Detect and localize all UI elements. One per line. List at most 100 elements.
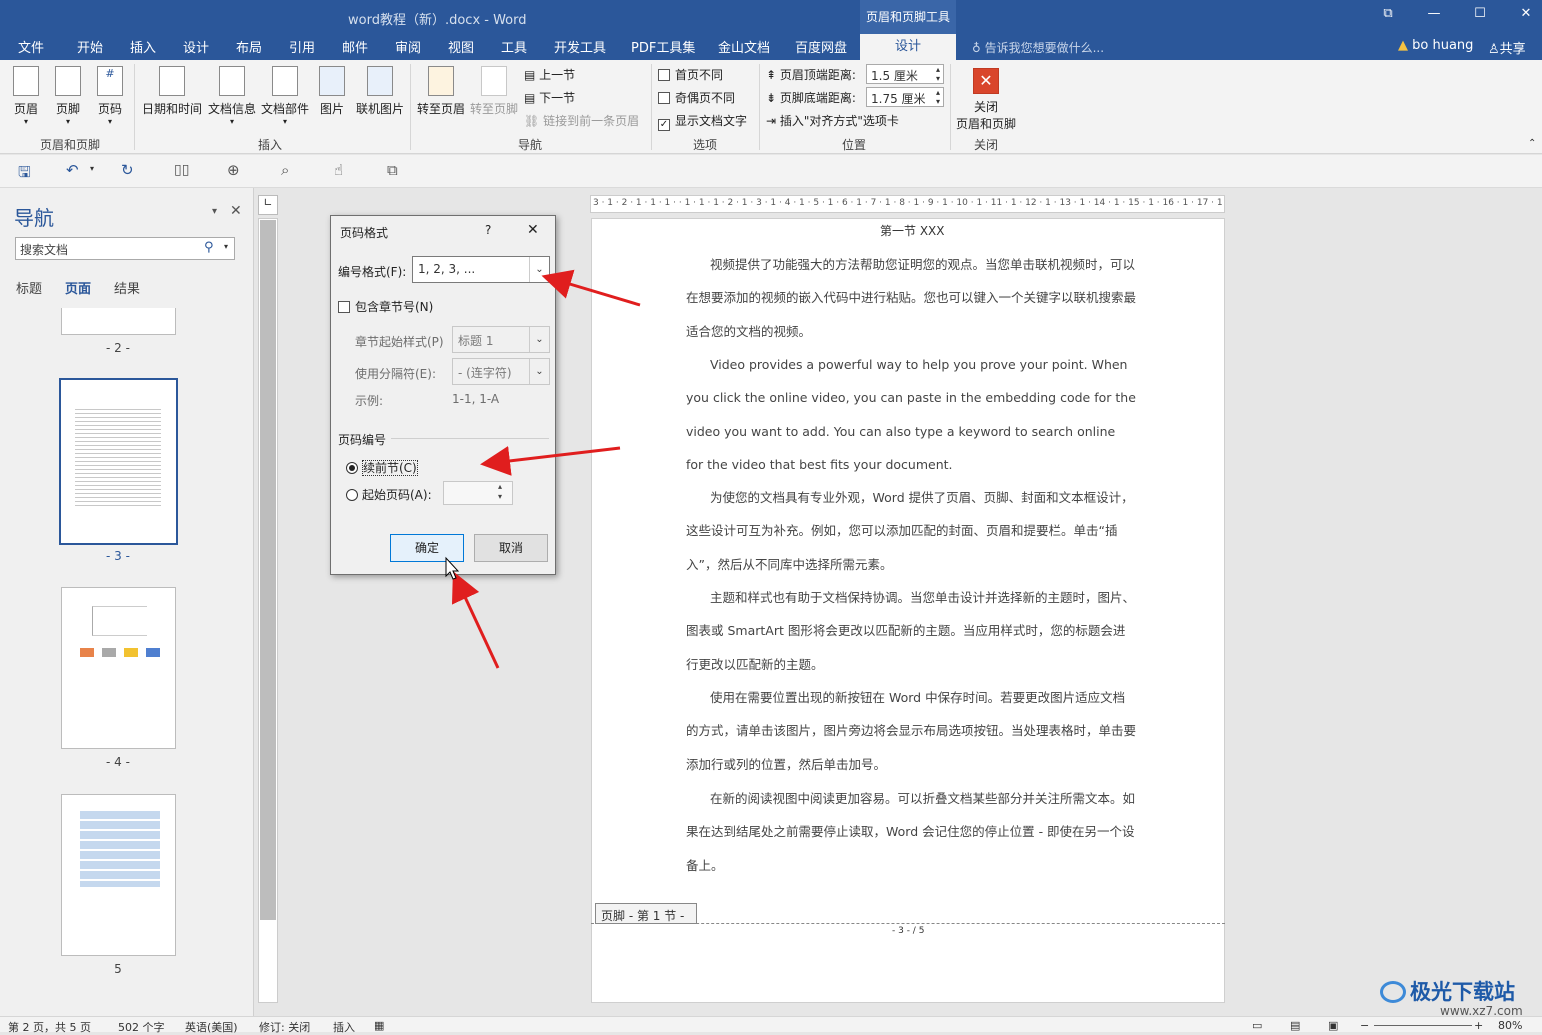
macro-icon[interactable]: ▦	[374, 1019, 384, 1032]
page-number-button[interactable]: # 页码 ▾	[94, 66, 126, 126]
zoom-out-icon[interactable]: −	[1360, 1019, 1369, 1032]
status-language[interactable]: 英语(美国)	[185, 1019, 238, 1035]
online-picture-button[interactable]: 联机图片	[353, 66, 407, 117]
print-preview-icon[interactable]: ⌕	[281, 161, 289, 179]
customize-icon[interactable]: ⧉	[387, 161, 398, 179]
tab-hf-design-active[interactable]: 设计	[860, 34, 956, 60]
spin-arrows-icon[interactable]: ▴ ▾	[936, 65, 940, 83]
prev-section-button[interactable]: ▤ 上一节	[524, 66, 575, 83]
dialog-close-icon[interactable]: ✕	[527, 222, 539, 238]
redo-icon[interactable]: ↻	[121, 161, 134, 179]
search-dropdown-icon[interactable]: ▾	[224, 242, 228, 251]
page-thumbnail[interactable]	[61, 308, 176, 335]
picture-icon	[319, 66, 345, 96]
tab-tools[interactable]: 工具	[501, 37, 527, 56]
close-window-icon[interactable]: ✕	[1516, 6, 1536, 26]
zoom-slider[interactable]	[1374, 1025, 1472, 1026]
footer-page-number[interactable]: - 3 - / 5	[892, 926, 924, 936]
save-icon[interactable]: 🖫	[18, 162, 31, 187]
web-layout-icon[interactable]: ▣	[1328, 1019, 1338, 1032]
touch-mode-icon[interactable]: ☝	[334, 161, 343, 179]
footer-button[interactable]: 页脚 ▾	[52, 66, 84, 126]
minimize-icon[interactable]: —	[1424, 6, 1444, 26]
status-mode[interactable]: 插入	[333, 1019, 355, 1035]
odd-even-different-checkbox[interactable]: 奇偶页不同	[658, 89, 735, 106]
close-header-footer-button[interactable]: ✕ 关闭 页眉和页脚	[954, 68, 1018, 132]
ribbon-display-icon[interactable]: ⧉	[1378, 6, 1398, 26]
start-at-label: 起始页码(A):	[362, 488, 432, 502]
tab-references[interactable]: 引用	[289, 37, 315, 56]
chevron-down-icon[interactable]: ⌄	[529, 257, 549, 282]
continue-previous-radio[interactable]: 续前节(C)	[346, 459, 418, 476]
start-at-input[interactable]	[443, 481, 513, 505]
collapse-ribbon-icon[interactable]: ⌃	[1528, 138, 1536, 149]
horizontal-ruler[interactable]: 3 · 1 · 2 · 1 · 1 · 1 · · 1 · 1 · 1 · 2 …	[590, 195, 1225, 213]
tab-layout[interactable]: 布局	[236, 37, 262, 56]
first-page-different-checkbox[interactable]: 首页不同	[658, 66, 723, 83]
share-button[interactable]: ♙共享	[1488, 38, 1526, 57]
doc-parts-button[interactable]: 文档部件 ▾	[259, 66, 311, 126]
status-words[interactable]: 502 个字	[118, 1019, 165, 1035]
number-format-select[interactable]: 1, 2, 3, ... ⌄	[412, 256, 550, 283]
maximize-icon[interactable]: ☐	[1470, 6, 1490, 26]
help-icon[interactable]: ?	[485, 223, 491, 237]
link-previous-button[interactable]: ⛓ 链接到前一条页眉	[524, 112, 639, 129]
goto-header-button[interactable]: 转至页眉	[415, 66, 467, 117]
prev-section-icon: ▤	[524, 68, 540, 82]
next-section-icon: ▤	[524, 91, 540, 105]
read-mode-icon[interactable]: ▯▯	[174, 162, 189, 178]
nav-tab-headings[interactable]: 标题	[16, 278, 42, 297]
thumb-diagram-box	[80, 648, 94, 657]
user-account[interactable]: ▲ bo huang	[1398, 38, 1473, 53]
date-time-button[interactable]: 日期和时间	[140, 66, 204, 117]
read-view-icon[interactable]: ▭	[1252, 1019, 1262, 1032]
page-thumbnail[interactable]	[61, 587, 176, 749]
spin-arrows-icon[interactable]: ▴ ▾	[936, 88, 940, 106]
tab-mailings[interactable]: 邮件	[342, 37, 368, 56]
tab-baidu[interactable]: 百度网盘	[795, 37, 847, 56]
header-distance-input[interactable]: 1.5 厘米 ▴ ▾	[866, 64, 944, 84]
search-icon[interactable]: ⚲	[204, 240, 214, 255]
tab-design[interactable]: 设计	[183, 37, 209, 56]
tab-kdocs[interactable]: 金山文档	[718, 37, 770, 56]
nav-tab-results[interactable]: 结果	[114, 278, 140, 297]
next-section-button[interactable]: ▤ 下一节	[524, 89, 575, 106]
doc-info-button[interactable]: 文档信息 ▾	[206, 66, 258, 126]
nav-close-icon[interactable]: ✕	[230, 203, 242, 219]
status-page[interactable]: 第 2 页，共 5 页	[8, 1019, 91, 1035]
nav-search-input[interactable]: 搜索文档 ⚲ ▾	[15, 237, 235, 260]
footer-section-tag: 页脚 - 第 1 节 -	[595, 903, 697, 924]
include-chapter-checkbox[interactable]: 包含章节号(N)	[338, 298, 433, 315]
ribbon: 页眉 ▾ 页脚 ▾ # 页码 ▾ 页眉和页脚 日期和时间 文档信息 ▾ 文档部件 ▾ 图片 …	[0, 60, 1542, 154]
checkbox-icon	[658, 92, 670, 104]
undo-dropdown-icon[interactable]: ▾	[90, 164, 94, 173]
nav-options-icon[interactable]: ▾	[212, 206, 217, 217]
page-thumbnail[interactable]	[61, 794, 176, 956]
cancel-button[interactable]: 取消	[474, 534, 548, 562]
undo-icon[interactable]: ↶	[66, 161, 79, 179]
start-at-radio[interactable]: 起始页码(A):	[346, 486, 432, 503]
tab-pdf[interactable]: PDF工具集	[631, 37, 695, 56]
status-track-changes[interactable]: 修订: 关闭	[259, 1019, 310, 1035]
zoom-in-icon[interactable]: +	[1474, 1019, 1483, 1032]
tab-insert[interactable]: 插入	[130, 37, 156, 56]
spin-arrows-icon[interactable]: ▴ ▾	[498, 482, 502, 502]
print-layout-icon[interactable]: ▤	[1290, 1019, 1300, 1032]
picture-button[interactable]: 图片	[315, 66, 349, 117]
insert-align-tab-button[interactable]: ⇥ 插入"对齐方式"选项卡	[766, 112, 899, 129]
tab-view[interactable]: 视图	[448, 37, 474, 56]
tab-review[interactable]: 审阅	[395, 37, 421, 56]
zoom-level[interactable]: 80%	[1498, 1019, 1522, 1032]
footer-distance-input[interactable]: 1.75 厘米 ▴ ▾	[866, 87, 944, 107]
tab-home[interactable]: 开始	[77, 37, 103, 56]
header-button[interactable]: 页眉 ▾	[10, 66, 42, 126]
nav-tab-pages[interactable]: 页面	[65, 278, 91, 297]
page-thumbnail-selected[interactable]	[59, 378, 178, 545]
tab-file[interactable]: 文件	[18, 37, 44, 56]
tab-developer[interactable]: 开发工具	[554, 37, 606, 56]
tab-selector[interactable]: ∟	[258, 195, 278, 215]
tell-me-box[interactable]: ♁ 告诉我您想要做什么...	[972, 39, 1104, 56]
show-doc-text-checkbox[interactable]: ✓ 显示文档文字	[658, 112, 747, 131]
web-icon[interactable]: ⊕	[227, 161, 240, 179]
ok-button[interactable]: 确定	[390, 534, 464, 562]
